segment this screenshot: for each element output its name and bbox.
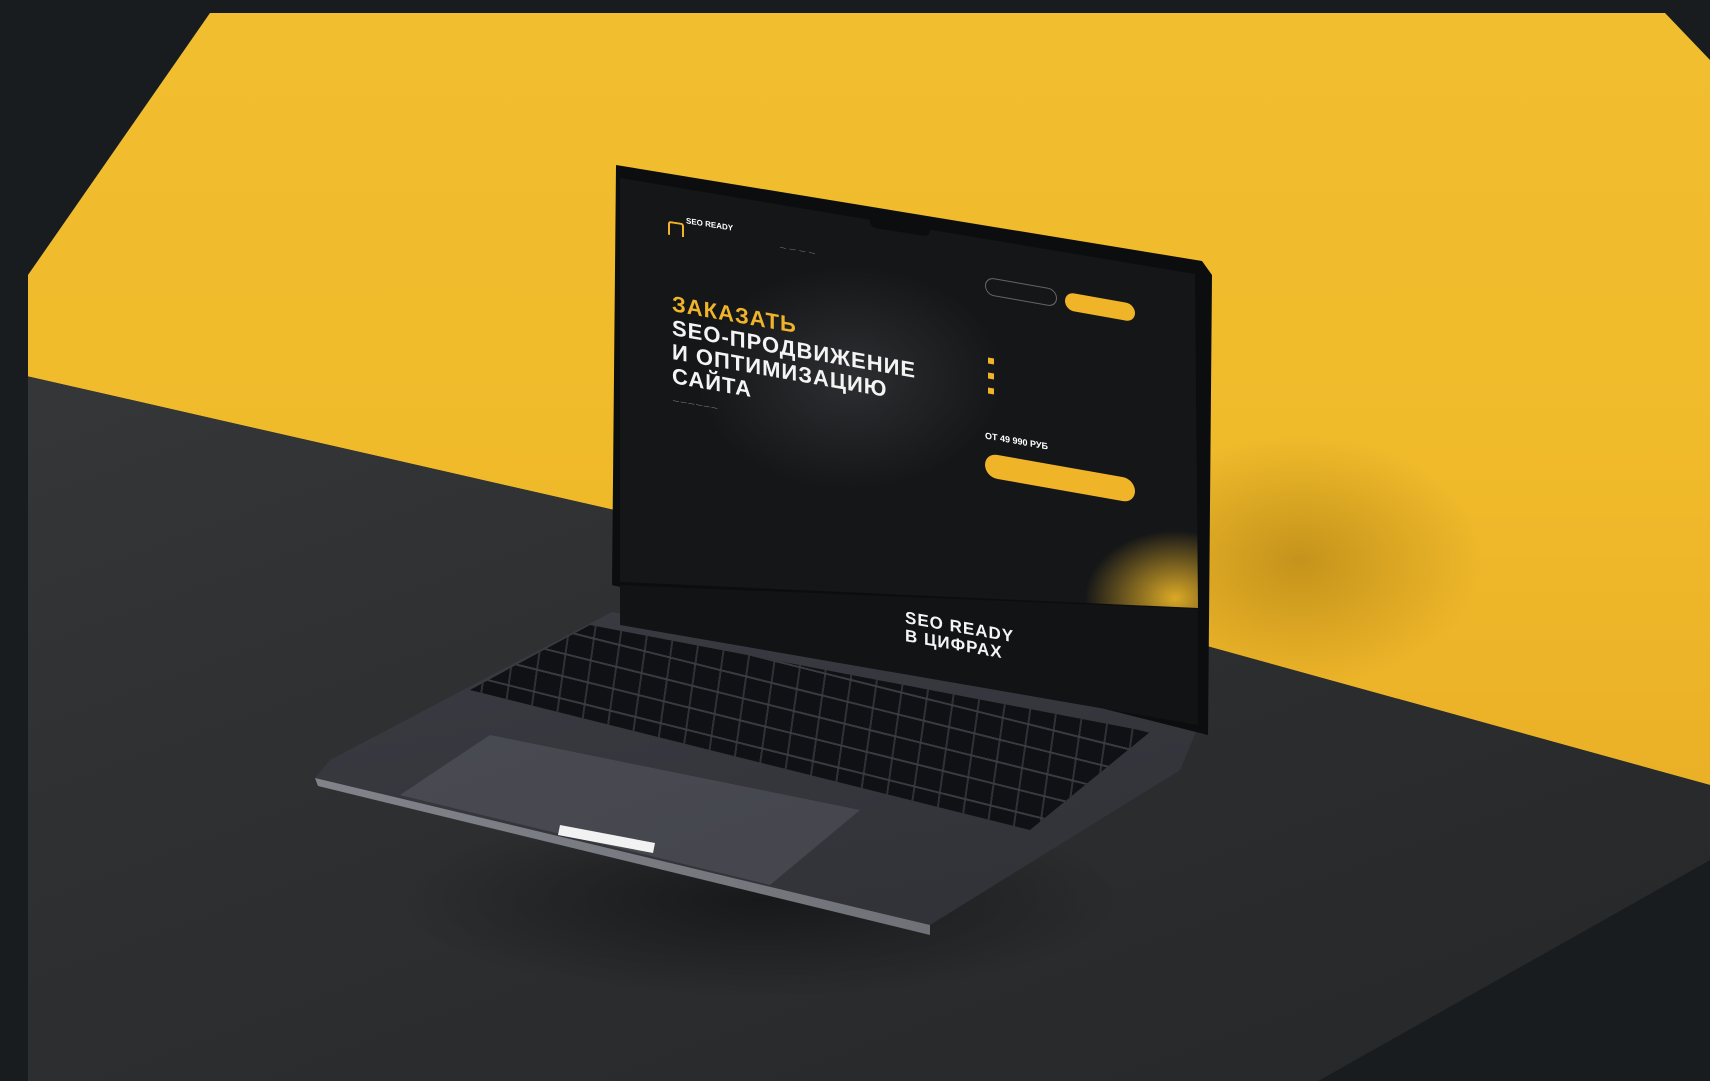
site-feature-list	[988, 357, 994, 403]
photo-scene: SEO READY — — — — ЗАКАЗАТЬ SEO-ПРОДВИЖЕН…	[28, 13, 1710, 1081]
bullet-icon	[988, 357, 994, 365]
bullet-icon	[988, 372, 994, 380]
site-logo-icon	[668, 220, 684, 238]
bullet-icon	[988, 387, 994, 395]
page: SEO READY — — — — ЗАКАЗАТЬ SEO-ПРОДВИЖЕН…	[0, 0, 1710, 1081]
